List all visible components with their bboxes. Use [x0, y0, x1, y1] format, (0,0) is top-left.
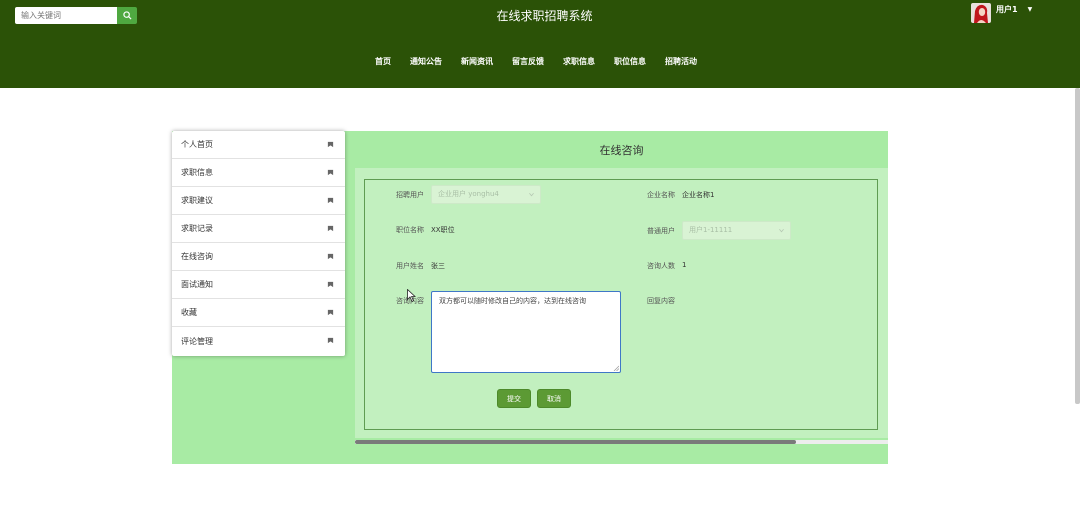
sidebar-item-label: 求职信息: [181, 168, 213, 177]
sidebar-item-records[interactable]: 求职记录: [172, 215, 345, 243]
position-value: XX职位: [431, 226, 455, 234]
user-menu[interactable]: 用户1 ▼: [971, 3, 1032, 23]
nav-item-news[interactable]: 新闻资讯: [461, 56, 493, 67]
bookmark-icon: [327, 169, 334, 176]
sidebar-item-interview-notice[interactable]: 面试通知: [172, 271, 345, 299]
nav-item-positions[interactable]: 职位信息: [614, 56, 646, 67]
sidebar-item-label: 求职记录: [181, 224, 213, 233]
company-name-value: 企业名称1: [682, 191, 715, 199]
sidebar-item-label: 评论管理: [181, 336, 213, 346]
consult-count-value: 1: [682, 261, 687, 269]
site-title: 在线求职招聘系统: [496, 9, 593, 23]
sidebar-item-comments[interactable]: 评论管理: [172, 327, 345, 355]
mouse-cursor-icon: [407, 289, 416, 302]
sidebar: 个人首页 求职信息 求职建议 求职记录 在线咨询 面试通知 收藏 评论管理: [172, 131, 345, 356]
bookmark-icon: [327, 337, 334, 344]
normal-user-label: 普通用户: [647, 227, 675, 235]
bookmark-icon: [327, 225, 334, 232]
chevron-down-icon[interactable]: ▼: [1028, 6, 1033, 13]
consult-content-textarea[interactable]: 双方都可以随时修改自己的内容，达到在线咨询: [431, 291, 621, 373]
chevron-down-icon: [779, 228, 784, 233]
resize-grip-icon[interactable]: [613, 365, 619, 371]
company-user-label: 招聘用户: [396, 191, 424, 199]
nav-item-feedback[interactable]: 留言反馈: [512, 56, 544, 67]
bookmark-icon: [327, 309, 334, 316]
user-name-value: 张三: [431, 262, 445, 270]
position-label: 职位名称: [396, 226, 424, 234]
sidebar-item-online-consult[interactable]: 在线咨询: [172, 243, 345, 271]
panel-title: 在线咨询: [599, 143, 644, 157]
cancel-button[interactable]: 取消: [537, 389, 571, 408]
bookmark-icon: [327, 281, 334, 288]
chevron-down-icon: [529, 192, 534, 197]
nav-item-notices[interactable]: 通知公告: [410, 56, 442, 67]
normal-user-select[interactable]: 用户1-11111: [682, 221, 791, 240]
top-header: 在线求职招聘系统 用户1 ▼ 首页 通知公告 新闻资讯 留言反馈 求职信息 职位…: [0, 0, 1080, 88]
horizontal-scrollbar-thumb[interactable]: [355, 440, 796, 444]
sidebar-item-label: 个人首页: [181, 140, 213, 149]
bookmark-icon: [327, 141, 334, 148]
sidebar-item-job-info[interactable]: 求职信息: [172, 159, 345, 187]
avatar[interactable]: [971, 3, 991, 23]
normal-user-value: 用户1-11111: [689, 226, 733, 234]
reply-content-label: 回复内容: [647, 297, 675, 305]
sidebar-item-label: 求职建议: [181, 196, 213, 205]
nav-item-home[interactable]: 首页: [375, 56, 391, 67]
sidebar-item-suggestions[interactable]: 求职建议: [172, 187, 345, 215]
nav-item-recruiting-events[interactable]: 招聘活动: [665, 56, 697, 67]
page-scrollbar[interactable]: [1075, 88, 1080, 404]
sidebar-item-label: 在线咨询: [181, 252, 213, 261]
bookmark-icon: [327, 197, 334, 204]
bookmark-icon: [327, 253, 334, 260]
sidebar-item-profile[interactable]: 个人首页: [172, 131, 345, 159]
company-user-select[interactable]: 企业用户 yonghu4: [431, 185, 541, 204]
consult-content-value: 双方都可以随时修改自己的内容，达到在线咨询: [439, 297, 586, 305]
sidebar-item-favorites[interactable]: 收藏: [172, 299, 345, 327]
consult-count-label: 咨询人数: [647, 262, 675, 270]
main-nav: 首页 通知公告 新闻资讯 留言反馈 求职信息 职位信息 招聘活动: [375, 56, 716, 67]
company-user-value: 企业用户 yonghu4: [438, 190, 499, 198]
company-name-label: 企业名称: [647, 191, 675, 199]
nav-item-job-seeking[interactable]: 求职信息: [563, 56, 595, 67]
sidebar-item-label: 收藏: [181, 308, 197, 317]
submit-button[interactable]: 提交: [497, 389, 531, 408]
sidebar-item-label: 面试通知: [181, 280, 213, 289]
user-name-label: 用户姓名: [396, 262, 424, 270]
user-name[interactable]: 用户1: [996, 4, 1018, 15]
